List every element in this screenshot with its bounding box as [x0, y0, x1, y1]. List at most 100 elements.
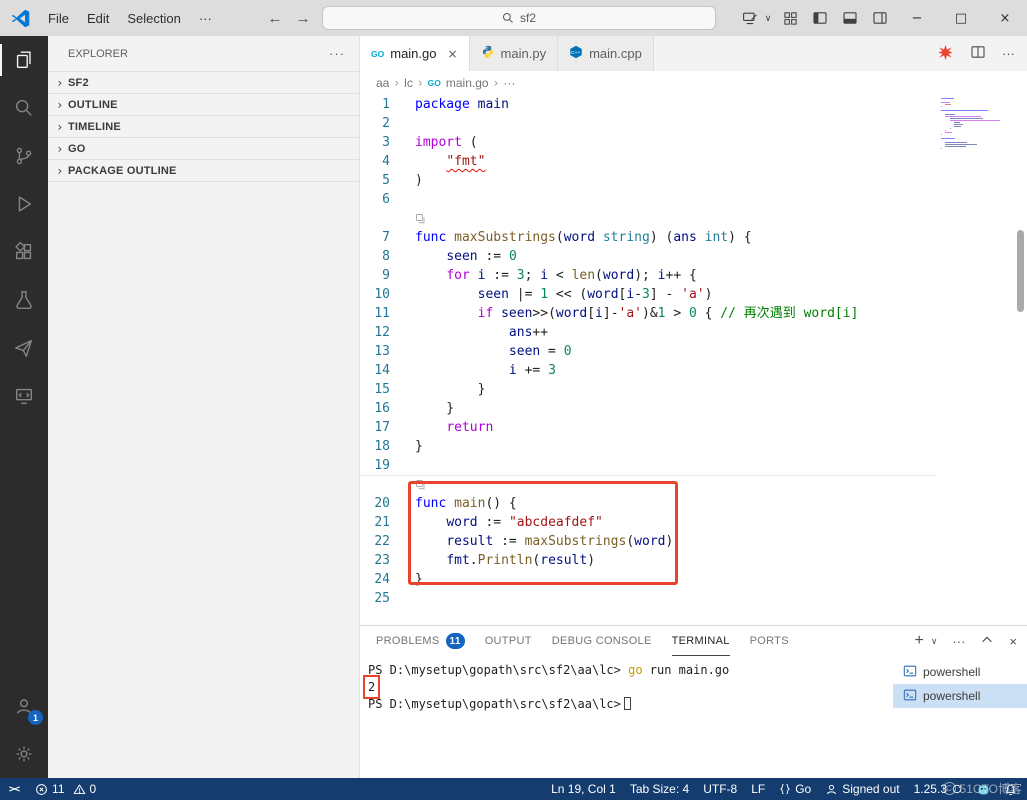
back-icon[interactable]: ← — [262, 0, 288, 36]
breadcrumb-item[interactable]: ··· — [503, 76, 515, 90]
menu-selection[interactable]: Selection — [118, 5, 189, 31]
code-text[interactable]: if seen>>(word[i]-'a')&1 > 0 { // 再次遇到 w… — [415, 304, 859, 323]
code-line[interactable]: 25 — [360, 589, 937, 608]
code-line[interactable]: 10 seen |= 1 << (word[i-3] - 'a') — [360, 285, 937, 304]
line-number[interactable]: 21 — [360, 513, 402, 532]
settings-gear-icon[interactable] — [0, 730, 48, 778]
code-line[interactable]: 1 package main — [360, 95, 937, 114]
code-text[interactable]: i += 3 — [415, 361, 556, 380]
menu-edit[interactable]: Edit — [78, 5, 118, 31]
toggle-panel-icon[interactable] — [835, 0, 865, 36]
line-number[interactable]: 18 — [360, 437, 402, 456]
tab-main.go[interactable]: GO main.go × — [360, 36, 470, 71]
code-text[interactable]: ans++ — [415, 323, 548, 342]
remote-indicator-icon[interactable]: >< — [0, 784, 28, 795]
terminal-line[interactable]: PS D:\mysetup\gopath\src\sf2\aa\lc> go r… — [368, 662, 893, 679]
code-text[interactable]: result := maxSubstrings(word) — [415, 532, 673, 551]
line-number[interactable]: 14 — [360, 361, 402, 380]
indentation[interactable]: Tab Size: 4 — [623, 778, 696, 800]
terminal-line[interactable]: 2 — [362, 675, 893, 699]
menu-overflow-icon[interactable]: ··· — [190, 5, 221, 31]
search-sidebar-icon[interactable] — [0, 84, 48, 132]
code-text[interactable]: word := "abcdeafdef" — [415, 513, 603, 532]
line-number[interactable]: 8 — [360, 247, 402, 266]
codelens-row[interactable] — [360, 209, 937, 228]
code-text[interactable]: fmt.Println(result) — [415, 551, 595, 570]
sidebar-section-go[interactable]: › GO — [48, 137, 359, 159]
line-number[interactable]: 13 — [360, 342, 402, 361]
code-line[interactable]: 18} — [360, 437, 937, 456]
toggle-primary-sidebar-icon[interactable] — [805, 0, 835, 36]
code-line[interactable]: 9 for i := 3; i < len(word); i++ { — [360, 266, 937, 285]
code-line[interactable]: 7 func maxSubstrings(word string) (ans in… — [360, 228, 937, 247]
customize-layout-icon[interactable] — [775, 0, 805, 36]
source-control-icon[interactable] — [0, 132, 48, 180]
extension-send-icon[interactable] — [0, 324, 48, 372]
code-text[interactable]: } — [415, 380, 486, 399]
menu-file[interactable]: File — [39, 5, 78, 31]
editor-scrollbar[interactable] — [1017, 230, 1024, 312]
extension-starburst-icon[interactable] — [937, 44, 954, 64]
panel-tab-output[interactable]: OUTPUT — [485, 626, 532, 656]
close-panel-icon[interactable]: × — [1009, 634, 1017, 649]
eol-sequence[interactable]: LF — [744, 778, 772, 800]
line-number[interactable]: 17 — [360, 418, 402, 437]
line-number[interactable]: 15 — [360, 380, 402, 399]
code-line[interactable]: 8 seen := 0 — [360, 247, 937, 266]
run-and-debug-icon[interactable] — [0, 180, 48, 228]
code-text[interactable]: seen = 0 — [415, 342, 572, 361]
line-number[interactable]: 10 — [360, 285, 402, 304]
panel-tab-problems[interactable]: PROBLEMS 11 — [376, 626, 465, 656]
gopher-icon[interactable] — [970, 778, 997, 800]
code-line[interactable]: 4 "fmt" — [360, 152, 937, 171]
codelens-row[interactable] — [360, 475, 937, 494]
notifications-bell-icon[interactable] — [997, 778, 1027, 800]
code-line[interactable]: 12 ans++ — [360, 323, 937, 342]
line-number[interactable]: 11 — [360, 304, 402, 323]
line-number[interactable]: 23 — [360, 551, 402, 570]
explorer-icon[interactable] — [0, 36, 48, 84]
code-line[interactable]: 24} — [360, 570, 937, 589]
line-number[interactable]: 12 — [360, 323, 402, 342]
code-line[interactable]: 11 if seen>>(word[i]-'a')&1 > 0 { // 再次遇… — [360, 304, 937, 323]
code-line[interactable]: 20 func main() { — [360, 494, 937, 513]
sidebar-more-actions-icon[interactable]: ··· — [329, 46, 345, 61]
code-line[interactable]: 17 return — [360, 418, 937, 437]
panel-tab-ports[interactable]: PORTS — [750, 626, 789, 656]
panel-tab-debug-console[interactable]: DEBUG CONSOLE — [552, 626, 652, 656]
panel-tab-terminal[interactable]: TERMINAL — [672, 626, 730, 656]
line-number[interactable]: 22 — [360, 532, 402, 551]
maximize-panel-icon[interactable] — [980, 633, 994, 650]
close-tab-icon[interactable]: × — [447, 47, 457, 61]
code-text[interactable]: seen := 0 — [415, 247, 516, 266]
code-editor[interactable]: 1 package main 2 3 import (4 "fmt" 5) 6 7 func m… — [360, 95, 1027, 625]
line-number[interactable]: 2 — [360, 114, 402, 133]
maximize-button[interactable]: □ — [939, 0, 983, 36]
code-line[interactable]: 3 import ( — [360, 133, 937, 152]
cursor-position[interactable]: Ln 19, Col 1 — [544, 778, 623, 800]
panel-more-actions-icon[interactable]: ··· — [952, 634, 965, 649]
accounts-icon[interactable]: 1 — [0, 682, 48, 730]
terminal-instance-powershell[interactable]: powershell — [893, 684, 1027, 708]
code-line[interactable]: 2 — [360, 114, 937, 133]
code-line[interactable]: 22 result := maxSubstrings(word) — [360, 532, 937, 551]
code-text[interactable]: return — [415, 418, 493, 437]
code-text[interactable]: for i := 3; i < len(word); i++ { — [415, 266, 697, 285]
line-number[interactable]: 25 — [360, 589, 402, 608]
line-number[interactable]: 7 — [360, 228, 402, 247]
code-text[interactable]: seen |= 1 << (word[i-3] - 'a') — [415, 285, 713, 304]
code-text[interactable]: } — [415, 437, 423, 456]
code-text[interactable]: ) — [415, 171, 423, 190]
close-window-button[interactable]: × — [983, 0, 1027, 36]
terminal-profile-chevron-icon[interactable]: ∨ — [931, 636, 938, 647]
code-line[interactable]: 6 — [360, 190, 937, 209]
editor-more-actions-icon[interactable]: ··· — [1002, 46, 1015, 61]
tab-main.py[interactable]: main.py — [469, 36, 559, 71]
toggle-secondary-sidebar-icon[interactable] — [865, 0, 895, 36]
line-number[interactable]: 9 — [360, 266, 402, 285]
line-number[interactable]: 1 — [360, 95, 402, 114]
code-text[interactable]: import ( — [415, 133, 478, 152]
new-terminal-icon[interactable]: + — [914, 632, 923, 650]
code-text[interactable]: func main() { — [415, 494, 517, 513]
line-number[interactable]: 5 — [360, 171, 402, 190]
